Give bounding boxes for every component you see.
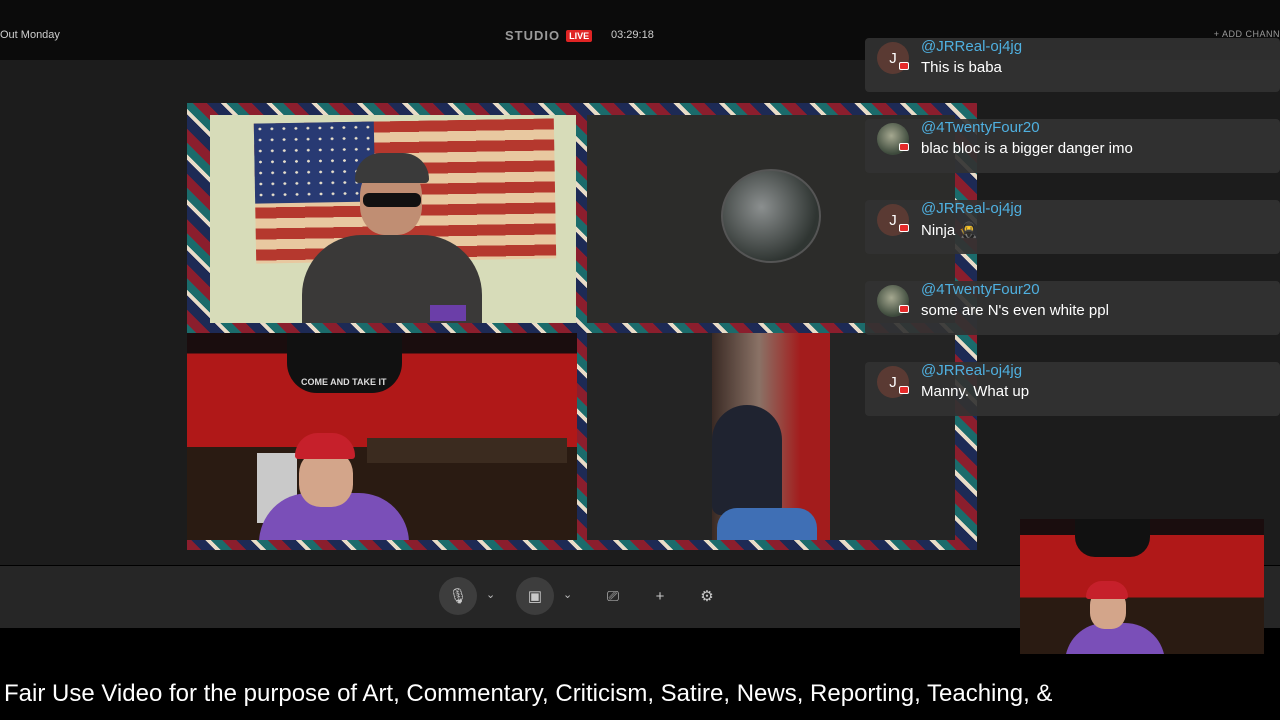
stream-timer: 03:29:18	[611, 29, 654, 41]
stage-canvas: COME AND TAKE IT	[187, 103, 977, 550]
add-button[interactable]: +	[641, 577, 679, 615]
video-tile-guest-1[interactable]: COME AND TAKE IT	[187, 333, 577, 540]
youtube-icon	[899, 62, 909, 70]
chat-text: This is baba	[921, 59, 1002, 76]
screen-share-icon: ⎚	[606, 587, 619, 605]
chat-message: J @JRReal-oj4jg Manny. What up	[865, 362, 1280, 416]
live-badge: LIVE	[566, 29, 593, 42]
wall-banner-text: COME AND TAKE IT	[301, 377, 387, 387]
chat-message: J @JRReal-oj4jg Ninja 🥷	[865, 200, 1280, 254]
chat-text: some are N's even white ppl	[921, 302, 1109, 319]
chat-username: @4TwentyFour20	[921, 281, 1040, 298]
chat-username: @JRReal-oj4jg	[921, 200, 1023, 217]
chat-username: @JRReal-oj4jg	[921, 362, 1023, 379]
studio-logo: STUDIO LIVE	[505, 28, 593, 43]
chat-message: @4TwentyFour20 blac bloc is a bigger dan…	[865, 119, 1280, 173]
streaming-studio-app: Out Monday STUDIO LIVE 03:29:18 + ADD CH…	[0, 0, 1280, 720]
chat-message: J @JRReal-oj4jg This is baba	[865, 38, 1280, 92]
mic-button[interactable]: 🎙	[439, 577, 477, 615]
youtube-icon	[899, 305, 909, 313]
camera-options-chevron-icon[interactable]: ⌄	[563, 588, 572, 601]
self-view-preview[interactable]	[1020, 519, 1264, 654]
video-tile-host[interactable]	[210, 115, 576, 323]
studio-label: STUDIO	[505, 28, 561, 43]
settings-button[interactable]: ⚙	[688, 577, 726, 615]
chat-text: blac bloc is a bigger danger imo	[921, 140, 1133, 157]
camera-icon: ▣	[527, 588, 543, 605]
avatar	[721, 169, 821, 263]
show-title: Out Monday	[0, 29, 60, 41]
chat-username: @4TwentyFour20	[921, 119, 1040, 136]
camera-button[interactable]: ▣	[516, 577, 554, 615]
wall-banner	[1075, 519, 1150, 557]
youtube-icon	[899, 224, 909, 232]
chat-text: Manny. What up	[921, 383, 1030, 400]
share-screen-button[interactable]: ⎚	[594, 577, 632, 615]
microphone-icon: 🎙	[448, 588, 468, 605]
youtube-icon	[899, 143, 909, 151]
participant-image	[712, 405, 782, 515]
plus-icon: +	[655, 587, 665, 605]
chat-text: Ninja 🥷	[921, 222, 979, 239]
youtube-icon	[899, 386, 909, 394]
chat-message: @4TwentyFour20 some are N's even white p…	[865, 281, 1280, 335]
gear-icon: ⚙	[700, 588, 714, 605]
chat-username: @JRReal-oj4jg	[921, 38, 1023, 55]
fair-use-disclaimer: Fair Use Video for the purpose of Art, C…	[4, 680, 1053, 707]
mic-options-chevron-icon[interactable]: ⌄	[486, 588, 495, 601]
